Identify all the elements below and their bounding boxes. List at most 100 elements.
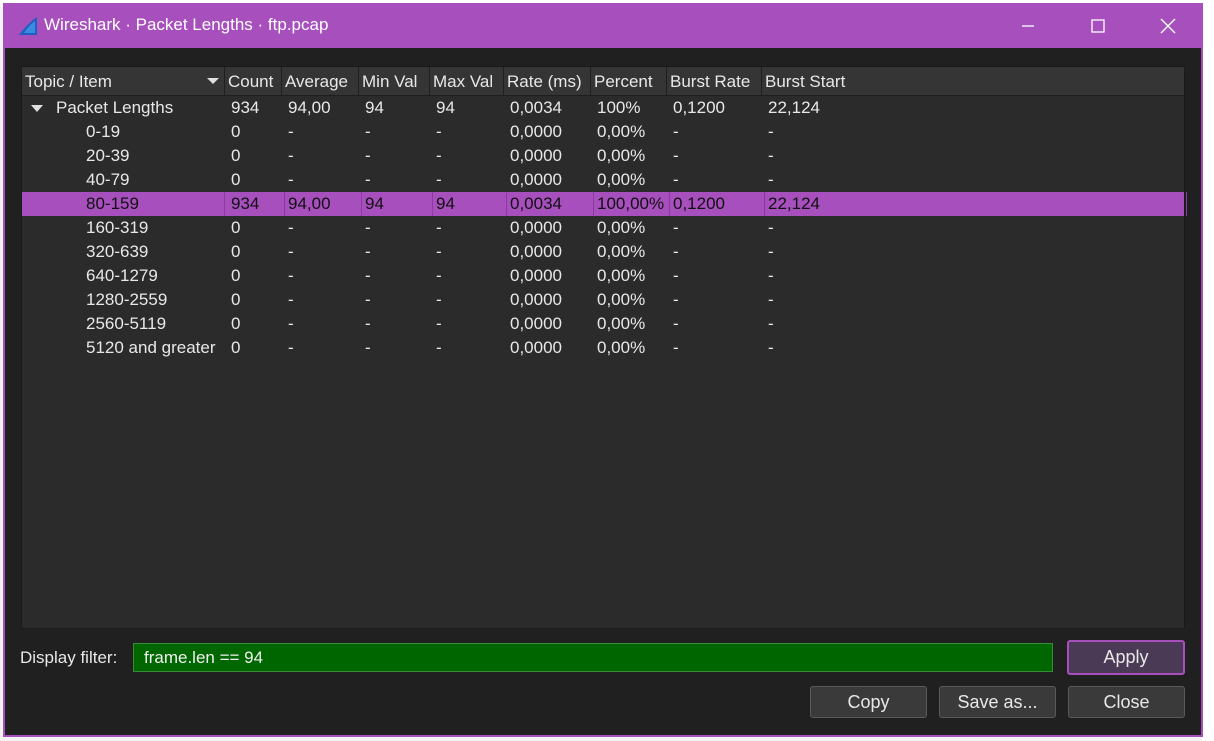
row-average: - [288,242,294,261]
row-label: 0-19 [86,122,121,141]
column-header-max-val[interactable]: Max Val [430,67,504,95]
column-header-label: Topic / Item [25,72,112,91]
row-percent: 0,00% [597,146,646,165]
row-rate: 0,0034 [510,98,562,117]
row-rate: 0,0034 [507,192,594,216]
table-row[interactable]: 2560-5119 0 - - - 0,0000 0,00% - - [22,312,1184,336]
column-header-min-val[interactable]: Min Val [359,67,430,95]
row-count: 0 [231,290,241,309]
row-burst-rate: 0,1200 [670,192,765,216]
row-percent: 100,00% [594,192,670,216]
minimize-button[interactable] [993,3,1063,48]
row-percent: 0,00% [597,122,646,141]
row-burst-rate: - [673,218,679,237]
row-percent: 0,00% [597,170,646,189]
close-button[interactable]: Close [1068,686,1185,718]
row-percent: 0,00% [597,290,646,309]
row-label: 2560-5119 [86,314,167,333]
column-header-label: Burst Start [765,72,846,91]
row-max-val: - [436,146,442,165]
row-burst-rate: - [673,338,679,357]
maximize-button[interactable] [1063,3,1133,48]
row-count: 0 [231,266,241,285]
table-row[interactable]: 0-19 0 - - - 0,0000 0,00% - - [22,120,1184,144]
close-window-button[interactable] [1133,3,1203,48]
column-header-burst-rate[interactable]: Burst Rate [667,67,762,95]
row-average: 94,00 [285,192,362,216]
column-header-average[interactable]: Average [282,67,359,95]
row-max-val: 94 [436,98,455,117]
row-count: 0 [231,242,241,261]
row-label: Packet Lengths [56,98,174,117]
row-burst-start: - [768,170,774,189]
row-rate: 0,0000 [510,218,562,237]
row-average: - [288,338,294,357]
column-header-label: Min Val [362,72,418,91]
row-rate: 0,0000 [510,146,562,165]
row-percent: 0,00% [597,266,646,285]
row-rate: 0,0000 [510,266,562,285]
column-header-count[interactable]: Count [225,67,282,95]
row-rate: 0,0000 [510,290,562,309]
row-label: 40-79 [86,170,130,189]
row-percent: 0,00% [597,314,646,333]
row-burst-start: - [768,338,774,357]
row-burst-start: - [768,314,774,333]
display-filter-input[interactable] [133,643,1053,672]
row-min-val: - [365,170,371,189]
row-average: - [288,170,294,189]
row-percent: 0,00% [597,242,646,261]
stats-tree-table[interactable]: Topic / Item Count Average Min Val Max V… [21,66,1187,629]
table-row[interactable]: 40-79 0 - - - 0,0000 0,00% - - [22,168,1184,192]
apply-button[interactable]: Apply [1067,640,1185,675]
column-header-percent[interactable]: Percent [591,67,667,95]
row-count: 0 [231,338,241,357]
row-percent: 0,00% [597,218,646,237]
row-max-val: - [436,266,442,285]
table-row[interactable]: 1280-2559 0 - - - 0,0000 0,00% - - [22,288,1184,312]
title-bar[interactable]: Wireshark · Packet Lengths · ftp.pcap [3,3,1203,48]
row-max-val: - [436,314,442,333]
row-label: 80-159 [83,192,225,216]
row-min-val: - [365,218,371,237]
row-burst-start: - [768,266,774,285]
sort-desc-icon [207,78,219,84]
row-min-val: 94 [362,192,433,216]
column-header-label: Rate (ms) [507,72,582,91]
table-row[interactable]: 80-159 934 94,00 94 94 0,0034 100,00% 0,1200 22,… [22,192,1187,216]
row-burst-start: - [768,290,774,309]
row-burst-rate: - [673,242,679,261]
table-row[interactable]: 5120 and greater 0 - - - 0,0000 0,00% - - [22,336,1184,360]
row-rate: 0,0000 [510,338,562,357]
copy-button[interactable]: Copy [810,686,927,718]
row-min-val: - [365,242,371,261]
row-average: - [288,218,294,237]
tree-parent-row[interactable]: Packet Lengths 934 94,00 94 94 0,0034 100% 0,12… [22,96,1184,120]
row-burst-rate: - [673,122,679,141]
maximize-icon [1091,18,1105,33]
table-row[interactable]: 160-319 0 - - - 0,0000 0,00% - - [22,216,1184,240]
row-max-val: - [436,338,442,357]
row-min-val: - [365,314,371,333]
row-average: - [288,314,294,333]
row-burst-start: - [768,218,774,237]
row-burst-rate: - [673,146,679,165]
table-row[interactable]: 640-1279 0 - - - 0,0000 0,00% - - [22,264,1184,288]
tree-expanded-icon[interactable] [31,105,43,112]
column-header-rate[interactable]: Rate (ms) [504,67,591,95]
save-as-button[interactable]: Save as... [939,686,1056,718]
row-min-val: - [365,122,371,141]
table-row[interactable]: 320-639 0 - - - 0,0000 0,00% - - [22,240,1184,264]
table-row[interactable]: 20-39 0 - - - 0,0000 0,00% - - [22,144,1184,168]
row-count: 0 [231,146,241,165]
row-average: 94,00 [288,98,331,117]
row-average: - [288,122,294,141]
row-rate: 0,0000 [510,170,562,189]
row-burst-rate: - [673,266,679,285]
column-header-label: Average [285,72,349,91]
row-max-val: - [436,170,442,189]
column-header-topic[interactable]: Topic / Item [22,67,225,95]
row-rate: 0,0000 [510,314,562,333]
column-header-burst-start[interactable]: Burst Start [762,67,1184,95]
row-rate: 0,0000 [510,242,562,261]
